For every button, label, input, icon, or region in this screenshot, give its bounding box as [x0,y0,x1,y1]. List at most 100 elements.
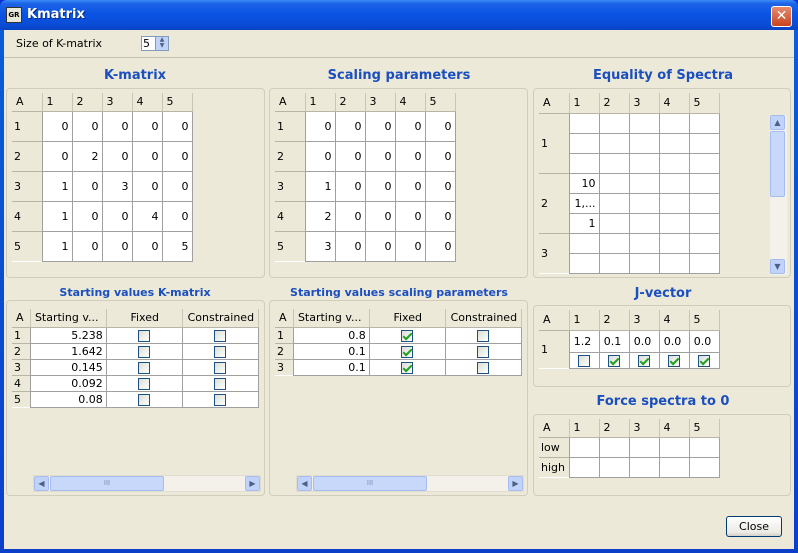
window-close-button[interactable]: ✕ [771,6,792,27]
matrix-cell[interactable]: 0 [334,200,366,232]
matrix-cell[interactable]: 2 [304,200,336,232]
equality-cell[interactable] [598,232,630,254]
jvector-checkbox[interactable] [698,354,710,367]
matrix-cell[interactable] [598,456,630,478]
equality-cell[interactable] [628,172,660,194]
starting-value-cell[interactable]: 0.1 [292,358,370,376]
constrained-checkbox[interactable] [214,393,227,406]
matrix-cell[interactable]: 0 [71,170,103,202]
size-value[interactable]: 5 [143,37,150,50]
matrix-cell[interactable] [568,436,600,458]
matrix-cell[interactable]: 0 [41,110,73,142]
matrix-cell[interactable]: 0 [101,140,133,172]
matrix-cell[interactable]: 2 [71,140,103,172]
fixed-checkbox[interactable] [138,393,151,406]
equality-cell[interactable] [658,212,690,234]
start-k-table[interactable]: A Starting v... Fixed Constrained 1 5.238 2 1.6… [12,309,260,408]
equality-cell[interactable] [628,132,660,154]
scroll-thumb[interactable]: III [50,476,164,491]
matrix-cell[interactable]: 0 [161,170,193,202]
matrix-cell[interactable]: 0 [424,200,456,232]
equality-cell[interactable] [688,232,720,254]
matrix-cell[interactable]: 3 [304,230,336,262]
matrix-cell[interactable]: 5 [161,230,193,262]
matrix-cell[interactable]: 0 [394,230,426,262]
equality-cell[interactable] [568,132,600,154]
matrix-cell[interactable]: 0 [334,170,366,202]
equality-cell[interactable] [688,152,720,174]
jvector-checkbox[interactable] [668,354,680,367]
matrix-cell[interactable]: 0 [131,140,163,172]
equality-cell[interactable] [688,112,720,134]
starting-value-cell[interactable]: 0.145 [29,358,107,376]
jvector-value-cell[interactable]: 0.1 [598,329,630,353]
starting-value-cell[interactable]: 0.08 [29,390,107,408]
matrix-cell[interactable]: 0 [424,110,456,142]
matrix-cell[interactable]: 0 [161,200,193,232]
fixed-checkbox[interactable] [138,361,151,374]
left-arrow-icon[interactable]: ◀ [297,476,312,491]
constrained-checkbox[interactable] [477,329,490,342]
matrix-cell[interactable] [598,436,630,458]
equality-cell[interactable] [598,212,630,234]
equality-cell[interactable] [598,112,630,134]
jvector-value-cell[interactable]: 0.0 [688,329,720,353]
equality-cell[interactable] [598,192,630,214]
start-s-table[interactable]: A Starting v... Fixed Constrained 1 0.8 2 0.1 3 0… [275,309,523,376]
matrix-cell[interactable]: 0 [131,110,163,142]
equality-cell[interactable] [658,232,690,254]
matrix-cell[interactable]: 0 [364,110,396,142]
starting-value-cell[interactable]: 1.642 [29,342,107,360]
equality-cell[interactable] [658,252,690,274]
matrix-cell[interactable]: 4 [131,200,163,232]
matrix-cell[interactable]: 0 [394,140,426,172]
equality-cell[interactable]: 1,... [568,192,600,214]
equality-cell[interactable] [598,132,630,154]
size-spinner[interactable]: 5 ▲ ▼ [141,36,169,51]
fixed-checkbox[interactable] [401,361,414,374]
matrix-cell[interactable]: 0 [71,200,103,232]
constrained-checkbox[interactable] [214,361,227,374]
jvector-checkbox[interactable] [578,354,590,367]
jvector-checkbox[interactable] [608,354,620,367]
matrix-cell[interactable]: 0 [424,230,456,262]
right-arrow-icon[interactable]: ▶ [245,476,260,491]
constrained-checkbox[interactable] [477,345,490,358]
matrix-cell[interactable] [688,436,720,458]
matrix-cell[interactable]: 0 [161,110,193,142]
matrix-cell[interactable]: 0 [364,230,396,262]
matrix-cell[interactable]: 0 [101,110,133,142]
matrix-cell[interactable]: 1 [304,170,336,202]
kmatrix-table[interactable]: A12345100000202000310300410040510005 [12,93,193,262]
matrix-cell[interactable]: 0 [394,170,426,202]
matrix-cell[interactable]: 0 [161,140,193,172]
equality-cell[interactable] [628,252,660,274]
matrix-cell[interactable]: 0 [101,200,133,232]
left-arrow-icon[interactable]: ◀ [34,476,49,491]
matrix-cell[interactable]: 3 [101,170,133,202]
up-arrow-icon[interactable]: ▲ [770,115,785,130]
starting-value-cell[interactable]: 0.8 [292,326,370,344]
start-k-hscroll[interactable]: ◀ III ▶ [33,475,261,492]
equality-cell[interactable] [568,232,600,254]
right-arrow-icon[interactable]: ▶ [508,476,523,491]
matrix-cell[interactable]: 0 [394,200,426,232]
equality-cell[interactable] [688,132,720,154]
equality-vscroll[interactable]: ▲ ▼ [770,115,787,275]
jvector-value-cell[interactable]: 1.2 [568,329,600,353]
start-s-hscroll[interactable]: ◀ III ▶ [296,475,524,492]
starting-value-cell[interactable]: 5.238 [29,326,107,344]
jvector-checkbox[interactable] [638,354,650,367]
constrained-checkbox[interactable] [214,345,227,358]
matrix-cell[interactable]: 0 [131,230,163,262]
equality-cell[interactable] [628,192,660,214]
matrix-cell[interactable]: 0 [364,140,396,172]
equality-cell[interactable]: 1 [568,212,600,234]
equality-cell[interactable] [628,232,660,254]
equality-cell[interactable] [568,252,600,274]
close-button[interactable]: Close [726,516,782,537]
equality-cell[interactable] [568,112,600,134]
starting-value-cell[interactable]: 0.1 [292,342,370,360]
matrix-cell[interactable]: 0 [424,170,456,202]
fixed-checkbox[interactable] [401,345,414,358]
